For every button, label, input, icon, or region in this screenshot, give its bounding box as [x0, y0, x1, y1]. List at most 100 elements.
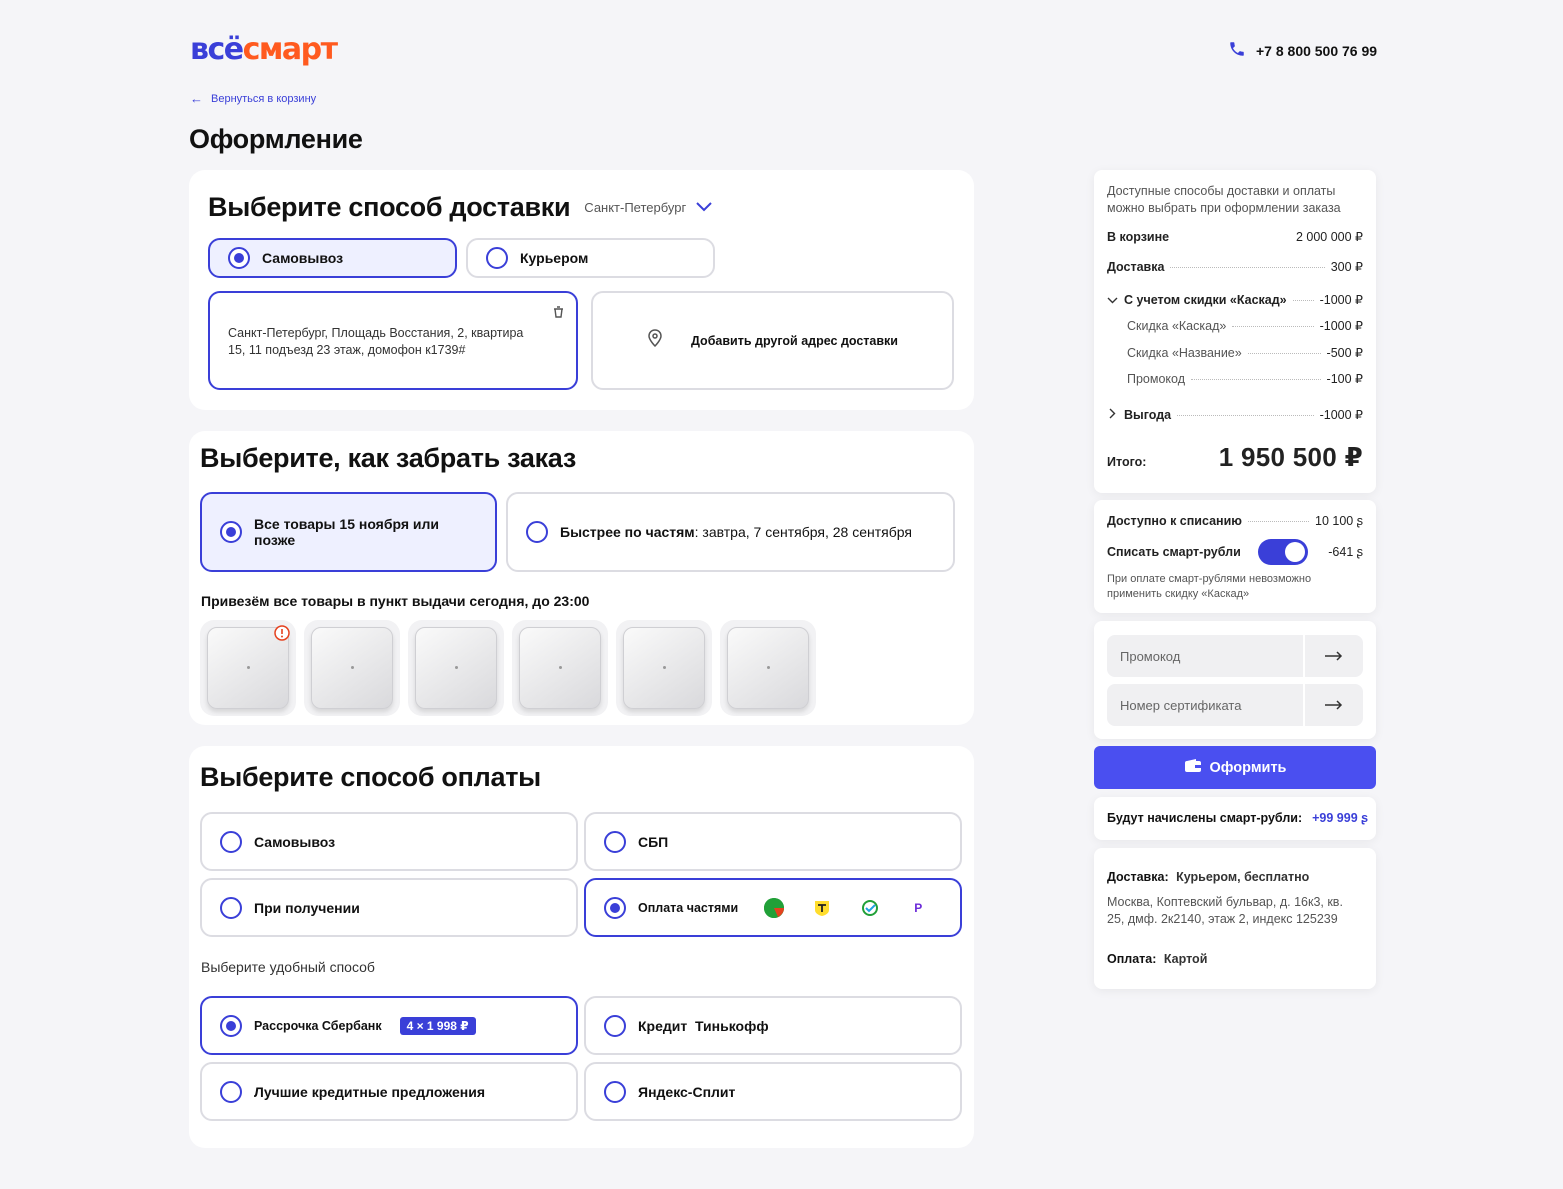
available-label: Доступно к списанию [1107, 514, 1242, 528]
product-thumbnail[interactable] [512, 620, 608, 716]
method-yandex-split[interactable]: Яндекс-Сплит [584, 1062, 962, 1121]
benefit-label: Выгода [1124, 408, 1172, 422]
leader-dots [1177, 415, 1314, 416]
chevron-right-icon [1109, 408, 1116, 422]
benefit-value: -1000 ₽ [1319, 408, 1363, 422]
phone-link[interactable]: +7 8 800 500 76 99 [1228, 40, 1377, 61]
checkout-button[interactable]: Оформить [1094, 746, 1376, 789]
delivery-option-pickup[interactable]: Самовывоз [208, 238, 457, 278]
promo-input[interactable]: Промокод [1107, 635, 1363, 677]
back-to-cart-link[interactable]: ← Вернуться в корзину [190, 91, 316, 106]
method-label: Рассрочка Сбербанк [254, 1018, 382, 1033]
phone-icon [1228, 40, 1246, 61]
arrow-right-icon[interactable] [1303, 635, 1363, 677]
discount-value: -500 ₽ [1326, 346, 1363, 360]
promo-panel: Промокод Номер сертификата [1094, 621, 1376, 739]
arrow-right-icon[interactable] [1303, 684, 1363, 726]
radio-best-credit[interactable] [220, 1080, 242, 1103]
pickup-title: Выберите, как забрать заказ [200, 443, 576, 473]
payment-option-sbp[interactable]: СБП [584, 812, 962, 871]
product-thumbnail[interactable] [616, 620, 712, 716]
radio-payment-installments[interactable] [604, 896, 626, 919]
order-summary: Доступные способы доставки и оплаты можн… [1094, 170, 1376, 493]
order-info-panel: Доставка: Курьером, бесплатно Москва, Ко… [1094, 848, 1376, 989]
method-label: Лучшие кредитные предложения [254, 1083, 485, 1100]
available-value: 10 100 ʂ [1315, 514, 1363, 528]
product-image [519, 627, 601, 709]
discount-label: Скидка «Название» [1127, 346, 1242, 360]
delivery-option-label: Курьером [520, 250, 589, 266]
payment-option-pickup[interactable]: Самовывоз [200, 812, 578, 871]
pickup-section: Выберите, как забрать заказ Все товары 1… [189, 431, 974, 725]
delivery-label: Доставка [1107, 260, 1165, 274]
chevron-down-icon [696, 200, 712, 215]
order-delivery-value: Курьером, бесплатно [1176, 870, 1310, 884]
method-tinkoff-credit[interactable]: Кредит Тинькофф [584, 996, 962, 1055]
total-value: 1 950 500 ₽ [1218, 442, 1363, 472]
address-card[interactable]: Санкт-Петербург, Площадь Восстания, 2, к… [208, 291, 578, 390]
delivery-title: Выберите способ доставки [208, 192, 571, 222]
radio-courier[interactable] [486, 247, 508, 269]
payment-option-installments[interactable]: Оплата частями P [584, 878, 962, 937]
sberpay-icon [860, 898, 880, 918]
summary-total: Итого: 1 950 500 ₽ [1107, 442, 1363, 473]
installment-badge: 4 × 1 998 ₽ [399, 1016, 476, 1035]
accrual-panel: Будут начислены смарт-рубли: +99 999 ʂ [1094, 797, 1376, 840]
order-payment-value: Картой [1163, 952, 1208, 966]
product-thumbnail[interactable] [200, 620, 296, 716]
total-label: Итого: [1107, 454, 1147, 469]
spend-toggle[interactable] [1258, 539, 1309, 565]
discount-group-value: -1000 ₽ [1319, 293, 1363, 307]
pickup-option-parts[interactable]: Быстрее по частям: завтра, 7 сентября, 2… [506, 492, 955, 572]
discount-group-label: С учетом скидки «Каскад» [1124, 293, 1287, 307]
method-sber-installment[interactable]: Рассрочка Сбербанк 4 × 1 998 ₽ [200, 996, 578, 1055]
pickup-option-all[interactable]: Все товары 15 ноября или позже [200, 492, 497, 572]
leader-dots [1170, 267, 1325, 268]
delivery-option-courier[interactable]: Курьером [466, 238, 715, 278]
discount-value: -1000 ₽ [1319, 319, 1363, 333]
product-thumbnail[interactable] [408, 620, 504, 716]
radio-payment-pickup[interactable] [220, 830, 242, 853]
logo[interactable]: всёсмарт [190, 32, 338, 68]
address-line-2: 15, 11 подъезд 23 этаж, домофон к1739# [228, 343, 466, 357]
accrual-label: Будут начислены смарт-рубли: [1107, 811, 1303, 825]
summary-in-cart: В корзине 2 000 000 ₽ [1107, 229, 1363, 244]
leader-dots [1232, 326, 1314, 327]
radio-pickup[interactable] [228, 247, 250, 269]
method-best-credit[interactable]: Лучшие кредитные предложения [200, 1062, 578, 1121]
radio-tinkoff-credit[interactable] [604, 1014, 626, 1037]
location-pin-icon [647, 329, 663, 352]
certificate-input[interactable]: Номер сертификата [1107, 684, 1363, 726]
product-thumbnail[interactable] [720, 620, 816, 716]
leader-dots [1247, 521, 1310, 522]
spend-row: Списать смарт-рубли -641 ʂ [1107, 539, 1363, 565]
warning-icon [274, 625, 290, 646]
radio-payment-on-delivery[interactable] [220, 896, 242, 919]
summary-discount-group[interactable]: С учетом скидки «Каскад» -1000 ₽ [1107, 292, 1363, 307]
leader-dots [1247, 353, 1321, 354]
payment-subtitle: Выберите удобный способ [201, 959, 375, 975]
radio-yandex-split[interactable] [604, 1080, 626, 1103]
chevron-down-icon [1107, 293, 1118, 307]
pickup-notice: Привезём все товары в пункт выдачи сегод… [201, 593, 590, 609]
radio-sber-installment[interactable] [220, 1014, 242, 1037]
product-thumbnail[interactable] [304, 620, 400, 716]
discount-row: Скидка «Название» -500 ₽ [1127, 345, 1363, 360]
page-title: Оформление [189, 124, 363, 154]
smart-rubles-panel: Доступно к списанию 10 100 ʂ Списать сма… [1094, 500, 1376, 613]
city-selector[interactable]: Санкт-Петербург [584, 200, 712, 215]
add-address-label: Добавить другой адрес доставки [691, 333, 898, 348]
logo-part-2: смарт [242, 32, 338, 67]
address-line-1: Санкт-Петербург, Площадь Восстания, 2, к… [228, 326, 524, 340]
phone-number: +7 8 800 500 76 99 [1256, 42, 1378, 59]
radio-parts[interactable] [526, 521, 548, 543]
city-name: Санкт-Петербург [584, 200, 687, 215]
summary-benefit[interactable]: Выгода -1000 ₽ [1107, 407, 1363, 422]
trash-icon[interactable] [553, 305, 564, 323]
discount-row: Промокод -100 ₽ [1127, 371, 1363, 386]
product-image [415, 627, 497, 709]
payment-option-on-delivery[interactable]: При получении [200, 878, 578, 937]
radio-all-items[interactable] [220, 521, 242, 543]
add-address-button[interactable]: Добавить другой адрес доставки [591, 291, 954, 390]
radio-payment-sbp[interactable] [604, 830, 626, 853]
